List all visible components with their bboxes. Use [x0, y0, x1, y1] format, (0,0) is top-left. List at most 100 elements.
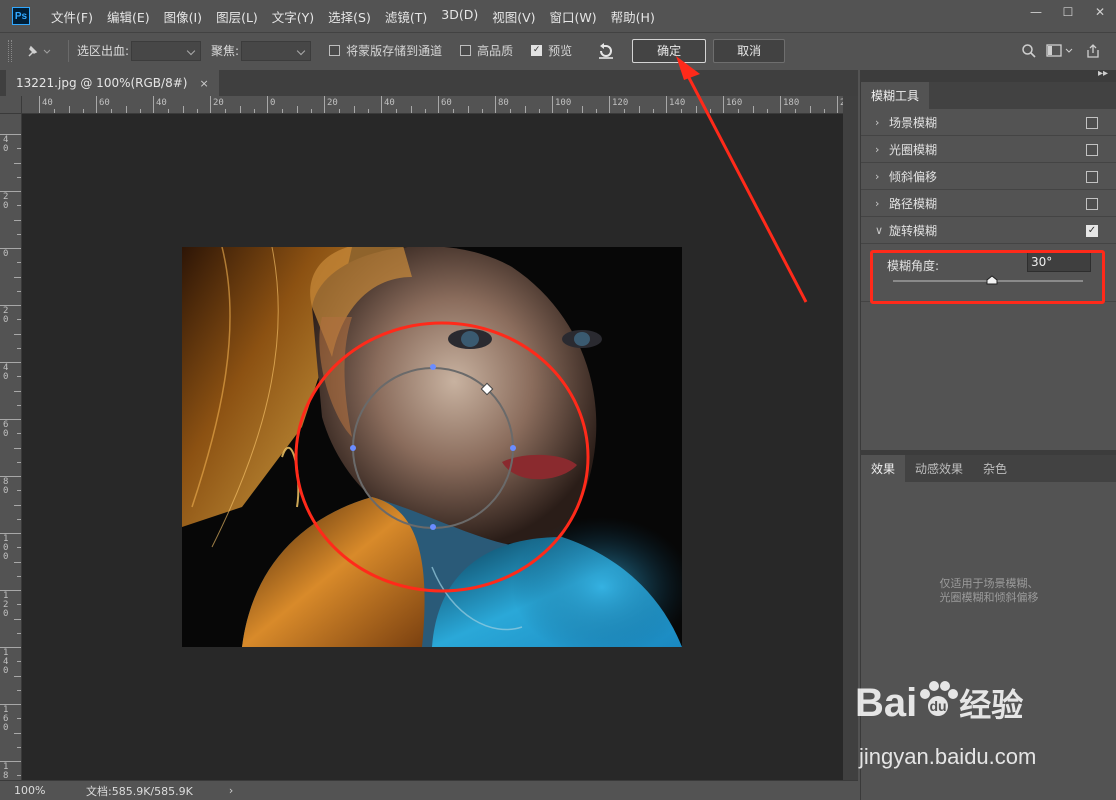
blur-tool-row[interactable]: ∨ 旋转模糊 ✓	[861, 217, 1116, 244]
ruler-major-tick	[837, 96, 838, 113]
cancel-button[interactable]: 取消	[713, 38, 786, 63]
tab-effects-1[interactable]: 动感效果	[905, 455, 973, 482]
selection-bleed-label: 选区出血:	[77, 44, 130, 58]
menu-item[interactable]: 选择(S)	[321, 7, 378, 26]
menu-item[interactable]: 文件(F)	[44, 7, 100, 26]
blur-tool-row[interactable]: › 光圈模糊	[861, 136, 1116, 163]
ruler-minor-tick	[766, 109, 768, 113]
menu-item[interactable]: 图层(L)	[209, 7, 265, 26]
blur-tool-checkbox[interactable]	[1086, 171, 1098, 183]
selection-bleed-field[interactable]	[131, 40, 202, 61]
ruler-minor-tick	[695, 106, 697, 113]
blur-tool-checkbox[interactable]	[1086, 117, 1098, 129]
chevron-right-icon[interactable]: ›	[875, 170, 889, 183]
blur-tool-row[interactable]: › 场景模糊	[861, 109, 1116, 136]
chevron-right-icon[interactable]: ›	[875, 143, 889, 156]
ruler-minor-tick	[253, 109, 255, 113]
workspace-icon[interactable]	[1042, 41, 1080, 61]
close-tab-icon[interactable]: ×	[199, 77, 208, 90]
menu-item[interactable]: 3D(D)	[434, 7, 485, 26]
menu-item[interactable]: 图像(I)	[157, 7, 209, 26]
menu-list: 文件(F) 编辑(E) 图像(I) 图层(L) 文字(Y) 选择(S) 滤镜(T) 3D(D)…	[44, 7, 662, 26]
blur-tool-label: 倾斜偏移	[889, 169, 938, 184]
preview-checkbox[interactable]: ✓ 预览	[531, 42, 572, 59]
blur-tool-label: 旋转模糊	[889, 223, 938, 238]
ruler-minor-tick	[14, 276, 21, 278]
blur-angle-slider-thumb[interactable]	[986, 275, 998, 285]
chevron-right-icon[interactable]: ›	[875, 116, 889, 129]
vertical-scrollbar[interactable]	[843, 96, 858, 780]
ruler-minor-tick	[196, 109, 198, 113]
save-mask-checkbox[interactable]: 将蒙版存储到通道	[329, 42, 442, 59]
pin-tool-preset-picker[interactable]	[24, 39, 60, 63]
ruler-minor-tick	[681, 109, 683, 113]
ruler-major-tick	[666, 96, 667, 113]
ruler-minor-tick	[14, 561, 21, 563]
share-icon[interactable]	[1080, 41, 1106, 61]
ruler-origin[interactable]	[0, 96, 22, 114]
ruler-minor-tick	[17, 176, 21, 178]
blur-tool-row[interactable]: › 倾斜偏移	[861, 163, 1116, 190]
document-tab[interactable]: 13221.jpg @ 100%(RGB/8#) ×	[6, 70, 219, 96]
menu-item[interactable]: 帮助(H)	[604, 7, 662, 26]
ruler-minor-tick	[168, 109, 170, 113]
tab-blur-tools[interactable]: 模糊工具	[861, 82, 930, 109]
focus-field[interactable]	[241, 40, 312, 61]
ruler-minor-tick	[795, 109, 797, 113]
ruler-vertical[interactable]: 40 20 0 20 40 60 80 100 120 140 160 180	[0, 114, 22, 780]
ruler-label: 40	[156, 98, 167, 108]
ruler-label: 140	[3, 648, 9, 676]
minimize-button[interactable]: —	[1020, 0, 1052, 24]
document-size-info: 文档:585.9K/585.9K	[86, 784, 193, 798]
menu-item[interactable]: 编辑(E)	[100, 7, 157, 26]
ruler-minor-tick	[410, 106, 412, 113]
close-window-button[interactable]: ✕	[1084, 0, 1116, 24]
ruler-minor-tick	[752, 106, 754, 113]
ruler-minor-tick	[638, 106, 640, 113]
options-grip[interactable]	[8, 39, 12, 62]
ruler-horizontal[interactable]: 40604020020406080100120140160180200220	[0, 96, 843, 114]
blur-tool-row[interactable]: › 路径模糊	[861, 190, 1116, 217]
ruler-minor-tick	[54, 109, 56, 113]
ruler-minor-tick	[738, 109, 740, 113]
ruler-label: 100	[555, 98, 572, 108]
menu-bar: Ps 文件(F) 编辑(E) 图像(I) 图层(L) 文字(Y) 选择(S) 滤镜(T) 3D…	[0, 0, 1116, 32]
zoom-level-field[interactable]: 100%	[0, 784, 52, 797]
ruler-minor-tick	[17, 148, 21, 150]
chevron-down-icon[interactable]: ∨	[875, 224, 889, 237]
blur-angle-label: 模糊角度:	[887, 259, 940, 273]
ruler-minor-tick	[17, 404, 21, 406]
blur-tool-checkbox[interactable]	[1086, 198, 1098, 210]
focus-label: 聚焦:	[211, 44, 240, 58]
blur-angle-input[interactable]: 30°	[1027, 252, 1091, 272]
ruler-minor-tick	[624, 109, 626, 113]
document-image[interactable]	[182, 247, 682, 647]
photoshop-logo-icon: Ps	[12, 7, 30, 25]
chevron-right-icon[interactable]: ›	[875, 197, 889, 210]
collapse-panels-icon[interactable]: ▸▸	[1098, 68, 1108, 79]
options-right-tools	[1016, 33, 1116, 69]
ruler-minor-tick	[225, 109, 227, 113]
high-quality-checkbox[interactable]: 高品质	[460, 42, 513, 59]
ruler-minor-tick	[396, 109, 398, 113]
blur-tool-checkbox[interactable]	[1086, 144, 1098, 156]
tab-effects-2[interactable]: 杂色	[973, 455, 1017, 482]
menu-item[interactable]: 文字(Y)	[265, 7, 321, 26]
blur-tool-checkbox[interactable]: ✓	[1086, 225, 1098, 237]
status-menu-arrow-icon[interactable]: ›	[229, 784, 233, 797]
panel-collapse-bar[interactable]: ▸▸	[860, 68, 1116, 82]
menu-item[interactable]: 窗口(W)	[543, 7, 604, 26]
tab-effects-0[interactable]: 效果	[861, 455, 906, 482]
high-quality-checkbox-box[interactable]	[460, 45, 472, 56]
save-mask-checkbox-box[interactable]	[329, 45, 341, 56]
menu-item[interactable]: 视图(V)	[485, 7, 542, 26]
reset-pins-icon[interactable]	[596, 41, 616, 61]
ruler-label: 40	[3, 135, 9, 154]
preview-checkbox-box[interactable]: ✓	[531, 45, 543, 56]
maximize-button[interactable]: ☐	[1052, 0, 1084, 24]
search-icon[interactable]	[1016, 41, 1042, 61]
ok-button[interactable]: 确定	[632, 38, 707, 63]
ruler-minor-tick	[182, 106, 184, 113]
menu-item[interactable]: 滤镜(T)	[378, 7, 434, 26]
effects-note: 仅适用于场景模糊、 光圈模糊和倾斜偏移	[861, 577, 1116, 605]
